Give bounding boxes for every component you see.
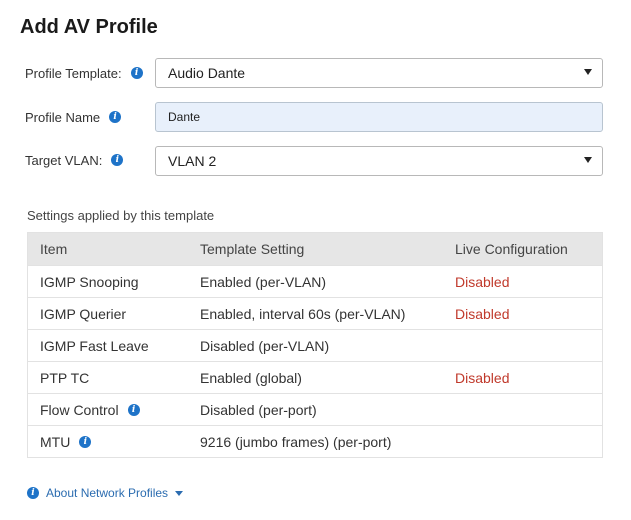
profile-template-row: Profile Template: i: [25, 57, 143, 89]
target-vlan-row: Target VLAN: i: [25, 144, 124, 176]
table-row: PTP TC Enabled (global) Disabled: [28, 361, 602, 393]
cell-template-setting: Disabled (per-VLAN): [200, 337, 330, 354]
item-label: MTU: [40, 433, 71, 450]
cell-template-setting: 9216 (jumbo frames) (per-port): [200, 433, 392, 450]
item-label: IGMP Querier: [40, 305, 127, 322]
item-label: IGMP Fast Leave: [40, 337, 149, 354]
info-icon[interactable]: i: [109, 111, 122, 123]
cell-template-setting: Enabled (global): [200, 369, 302, 386]
table-row: IGMP Querier Enabled, interval 60s (per-…: [28, 297, 602, 329]
info-icon[interactable]: i: [111, 154, 124, 166]
profile-template-value: Audio Dante: [168, 65, 246, 81]
about-network-profiles-label: About Network Profiles: [46, 486, 169, 500]
profile-template-label: Profile Template: i: [25, 66, 143, 81]
about-network-profiles-link[interactable]: i About Network Profiles: [27, 486, 184, 500]
profile-template-label-text: Profile Template:: [25, 65, 122, 81]
table-row: MTU i 9216 (jumbo frames) (per-port): [28, 425, 602, 457]
cell-template-setting: Enabled (per-VLAN): [200, 273, 327, 290]
column-header-template-setting: Template Setting: [200, 241, 305, 257]
profile-name-input[interactable]: [155, 102, 603, 132]
profile-name-row: Profile Name i: [25, 101, 122, 133]
table-row: IGMP Snooping Enabled (per-VLAN) Disable…: [28, 265, 602, 297]
cell-live-configuration: Disabled: [455, 369, 510, 386]
target-vlan-label-text: Target VLAN:: [25, 152, 103, 168]
item-label: PTP TC: [40, 369, 90, 386]
settings-heading: Settings applied by this template: [27, 208, 215, 223]
target-vlan-value: VLAN 2: [168, 153, 217, 169]
info-icon: i: [27, 487, 39, 499]
cell-item: IGMP Snooping: [28, 274, 188, 290]
table-row: Flow Control i Disabled (per-port): [28, 393, 602, 425]
column-header-item: Item: [40, 241, 68, 257]
caret-down-icon: [584, 157, 592, 163]
dialog-title: Add AV Profile: [20, 16, 158, 38]
cell-template-setting: Disabled (per-port): [200, 401, 317, 418]
settings-table: Item Template Setting Live Configuration…: [27, 232, 603, 458]
profile-template-select[interactable]: Audio Dante: [155, 58, 603, 88]
cell-template-setting: Enabled, interval 60s (per-VLAN): [200, 305, 406, 322]
item-label: Flow Control: [40, 401, 119, 418]
cell-live-configuration: Disabled: [455, 305, 510, 322]
table-row: IGMP Fast Leave Disabled (per-VLAN): [28, 329, 602, 361]
cell-item: Flow Control i: [28, 402, 188, 418]
profile-name-label-text: Profile Name: [25, 109, 101, 125]
cell-item: PTP TC: [28, 370, 188, 386]
cell-item: IGMP Querier: [28, 306, 188, 322]
item-label: IGMP Snooping: [40, 273, 139, 290]
info-icon[interactable]: i: [127, 403, 140, 416]
info-icon[interactable]: i: [79, 435, 92, 448]
caret-down-icon: [584, 69, 592, 75]
info-icon[interactable]: i: [130, 67, 143, 79]
caret-down-icon: [175, 490, 184, 496]
target-vlan-label: Target VLAN: i: [25, 152, 124, 168]
column-header-live-configuration: Live Configuration: [455, 241, 568, 257]
table-header-row: Item Template Setting Live Configuration: [28, 233, 602, 265]
target-vlan-select[interactable]: VLAN 2: [155, 146, 603, 176]
cell-item: MTU i: [28, 434, 188, 450]
cell-live-configuration: Disabled: [455, 273, 510, 290]
profile-name-label: Profile Name i: [25, 109, 122, 125]
cell-item: IGMP Fast Leave: [28, 338, 188, 354]
